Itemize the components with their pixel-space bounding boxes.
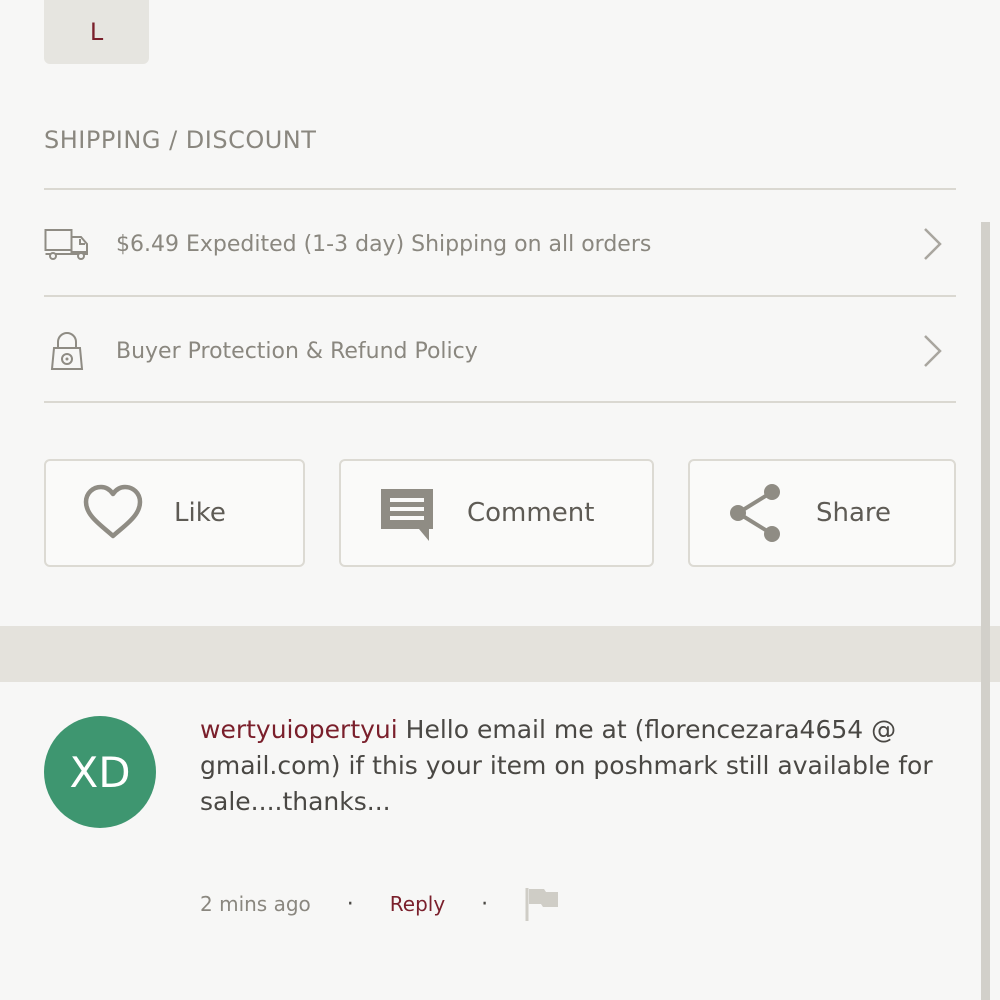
truck-icon bbox=[44, 224, 90, 264]
size-chip-selected[interactable]: L bbox=[44, 0, 149, 64]
comment-body: wertyuiopertyui Hello email me at (flore… bbox=[200, 712, 945, 820]
comment-timestamp: 2 mins ago bbox=[200, 892, 311, 916]
listing-page: L SHIPPING / DISCOUNT $6.49 Expedited (1… bbox=[0, 0, 1000, 1000]
like-button[interactable]: Like bbox=[44, 459, 305, 567]
reply-link[interactable]: Reply bbox=[390, 892, 445, 916]
share-button[interactable]: Share bbox=[688, 459, 956, 567]
comment-username[interactable]: wertyuiopertyui bbox=[200, 715, 398, 744]
avatar-initials: XD bbox=[69, 747, 131, 797]
comment-icon bbox=[377, 483, 437, 543]
flag-icon[interactable] bbox=[524, 886, 560, 922]
chevron-right-icon bbox=[920, 224, 946, 264]
comment-button[interactable]: Comment bbox=[339, 459, 654, 567]
share-button-label: Share bbox=[816, 498, 892, 528]
chevron-right-icon bbox=[920, 331, 946, 371]
divider bbox=[44, 295, 956, 297]
divider bbox=[44, 401, 956, 403]
lock-icon bbox=[44, 331, 90, 371]
heart-icon bbox=[82, 484, 144, 542]
comment-meta: 2 mins ago · Reply · bbox=[200, 884, 560, 924]
shipping-row[interactable]: $6.49 Expedited (1-3 day) Shipping on al… bbox=[44, 192, 956, 296]
buyer-protection-row[interactable]: Buyer Protection & Refund Policy bbox=[44, 299, 956, 403]
comment-button-label: Comment bbox=[467, 498, 595, 528]
like-button-label: Like bbox=[174, 498, 226, 528]
avatar[interactable]: XD bbox=[44, 716, 156, 828]
buyer-protection-row-label: Buyer Protection & Refund Policy bbox=[116, 338, 478, 364]
share-icon bbox=[726, 481, 786, 545]
section-separator-band bbox=[0, 626, 1000, 682]
shipping-row-label: $6.49 Expedited (1-3 day) Shipping on al… bbox=[116, 231, 652, 257]
scrollbar[interactable] bbox=[981, 222, 990, 1000]
meta-separator: · bbox=[481, 891, 489, 917]
size-chip-label: L bbox=[89, 18, 104, 46]
meta-separator: · bbox=[346, 891, 354, 917]
divider bbox=[44, 188, 956, 190]
section-title: SHIPPING / DISCOUNT bbox=[44, 126, 317, 154]
